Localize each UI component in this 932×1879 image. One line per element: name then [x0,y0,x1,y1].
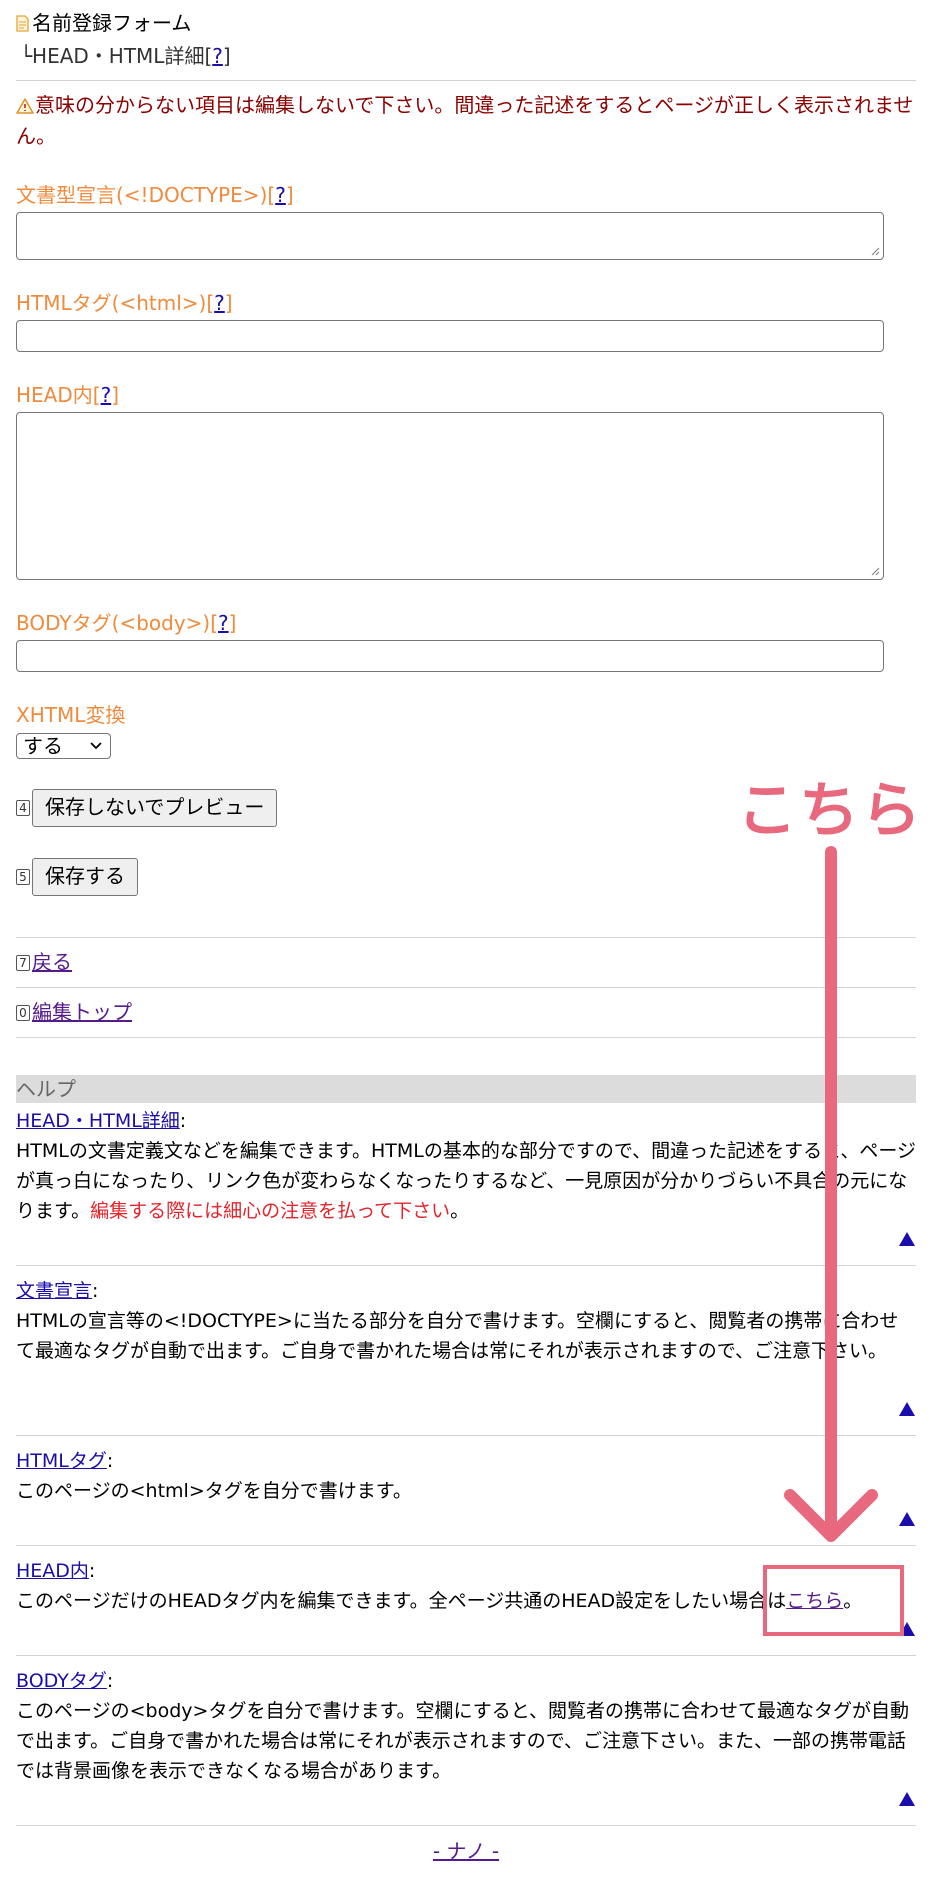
xhtml-label: XHTML変換 [16,703,126,727]
nav-top: 0 編集トップ [16,997,132,1028]
divider [16,1825,916,1826]
doctype-help-link[interactable]: ? [275,183,286,207]
warning-icon [16,98,34,114]
key-7-icon: 7 [16,954,30,971]
scroll-top-icon[interactable] [898,1231,916,1247]
document-icon [16,15,29,32]
divider [16,1545,916,1546]
annotation-label: こちら [737,776,923,846]
key-4-icon: 4 [16,800,30,816]
head-textarea[interactable] [16,412,884,580]
warning-message: 意味の分からない項目は編集しないで下さい。間違った記述をするとページが正しく表示… [16,93,914,148]
divider [16,1037,916,1038]
html-tag-help-link[interactable]: ? [214,291,225,315]
help-term-head-html[interactable]: HEAD・HTML詳細 [16,1110,180,1132]
nav-back: 7 戻る [16,947,72,978]
scroll-top-icon[interactable] [898,1791,916,1807]
body-tag-label: BODYタグ(<body>)[?] [16,611,237,635]
divider [16,1655,916,1656]
help-term-head[interactable]: HEAD内 [16,1560,89,1582]
help-term-body-tag[interactable]: BODYタグ [16,1670,107,1692]
preview-row: 4 保存しないでプレビュー [16,789,278,827]
save-row: 5 保存する [16,858,138,896]
caution-text: 編集する際には細心の注意を払って下さい [90,1200,451,1223]
divider [16,1435,916,1436]
chevron-down-icon [90,742,102,750]
divider [16,80,916,81]
back-link[interactable]: 戻る [32,947,72,978]
html-tag-label: HTMLタグ(<html>)[?] [16,291,233,315]
divider [16,937,916,938]
help-heading: ヘルプ [16,1075,916,1103]
scroll-top-icon[interactable] [898,1401,916,1417]
help-term-doctype[interactable]: 文書宣言 [16,1280,92,1302]
page-title: 名前登録フォーム [32,11,192,35]
footer: - ナノ - [16,1836,916,1867]
breadcrumb-help-link[interactable]: ? [212,44,223,68]
doctype-textarea[interactable] [16,212,884,260]
footer-link[interactable]: - ナノ - [433,1839,499,1863]
help-section-head: HEAD内: このページだけのHEADタグ内を編集できます。全ページ共通のHEA… [16,1560,863,1613]
body-tag-input[interactable] [16,640,884,672]
help-section-html-tag: HTMLタグ: このページの<html>タグを自分で書けます。 [16,1450,412,1503]
divider [16,987,916,988]
save-button[interactable]: 保存する [32,858,138,896]
breadcrumb: └HEAD・HTML詳細[?] [20,44,231,68]
common-head-link[interactable]: こちら [786,1590,843,1612]
help-section-head-html: HEAD・HTML詳細: HTMLの文書定義文などを編集できます。HTMLの基本… [16,1110,916,1223]
divider [16,1265,916,1266]
key-5-icon: 5 [16,869,30,885]
xhtml-select[interactable]: する [16,733,111,759]
resize-grip-icon[interactable] [870,246,880,256]
head-help-link[interactable]: ? [101,383,112,407]
head-label: HEAD内[?] [16,383,120,407]
resize-grip-icon[interactable] [870,566,880,576]
scroll-top-icon[interactable] [898,1511,916,1527]
help-section-doctype: 文書宣言: HTMLの宣言等の<!DOCTYPE>に当たる部分を自分で書けます。… [16,1280,899,1363]
key-0-icon: 0 [16,1004,30,1021]
page-header: 名前登録フォーム └HEAD・HTML詳細[?] [16,8,231,72]
html-tag-input[interactable] [16,320,884,352]
preview-button[interactable]: 保存しないでプレビュー [32,789,278,827]
scroll-top-icon[interactable] [898,1621,916,1637]
help-term-html-tag[interactable]: HTMLタグ [16,1450,107,1472]
doctype-label: 文書型宣言(<!DOCTYPE>)[?] [16,183,294,207]
edit-top-link[interactable]: 編集トップ [32,997,132,1028]
body-tag-help-link[interactable]: ? [218,611,229,635]
help-section-body-tag: BODYタグ: このページの<body>タグを自分で書けます。空欄にすると、閲覧… [16,1670,909,1783]
